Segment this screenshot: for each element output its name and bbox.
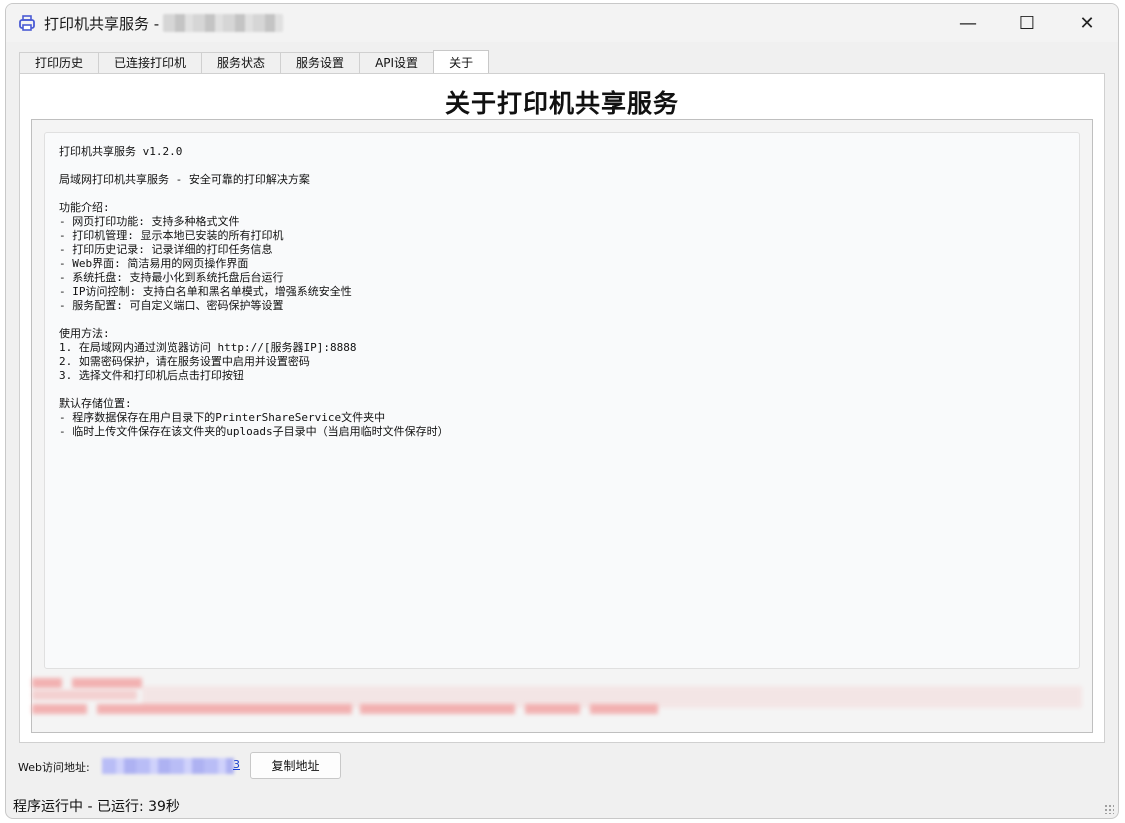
redacted-bar	[32, 690, 137, 700]
redacted-bar	[32, 678, 62, 688]
status-bar: 程序运行中 - 已运行: 39秒	[6, 792, 1118, 818]
title-bar[interactable]: 打印机共享服务 - — ☐ ✕	[6, 4, 1118, 42]
resize-grip-icon[interactable]	[1104, 804, 1114, 814]
web-address-row: Web访问地址: 3 复制地址	[18, 752, 618, 780]
about-line: - 临时上传文件保存在该文件夹的uploads子目录中（当启用临时文件保存时）	[59, 425, 449, 438]
about-text-area[interactable]: 打印机共享服务 v1.2.0 局域网打印机共享服务 - 安全可靠的打印解决方案 …	[44, 132, 1080, 669]
tab-print-history[interactable]: 打印历史	[19, 52, 100, 74]
tab-api-settings[interactable]: API设置	[359, 52, 435, 74]
copy-address-button[interactable]: 复制地址	[250, 752, 341, 779]
web-address-tail: 3	[233, 758, 240, 771]
about-line: 局域网打印机共享服务 - 安全可靠的打印解决方案	[59, 173, 310, 186]
about-panel: 关于打印机共享服务 打印机共享服务 v1.2.0 局域网打印机共享服务 - 安全…	[19, 73, 1105, 743]
about-line	[59, 187, 1065, 201]
about-line: - 服务配置: 可自定义端口、密码保护等设置	[59, 299, 284, 312]
web-address-link[interactable]: 3	[102, 756, 240, 776]
minimize-button[interactable]: —	[939, 4, 997, 42]
about-line: - IP访问控制: 支持白名单和黑名单模式，增强系统安全性	[59, 285, 352, 298]
about-line	[59, 313, 1065, 327]
about-line: 使用方法:	[59, 327, 110, 340]
about-line: 默认存储位置:	[59, 397, 132, 410]
tab-bar: 打印历史 已连接打印机 服务状态 服务设置 API设置 关于	[19, 50, 490, 74]
about-line: 功能介绍:	[59, 201, 110, 214]
redacted-title-suffix	[163, 14, 283, 32]
about-line: 打印机共享服务 v1.2.0	[59, 145, 183, 158]
about-line: 2. 如需密码保护，请在服务设置中启用并设置密码	[59, 355, 310, 368]
about-line	[59, 159, 1065, 173]
redacted-bar	[142, 686, 1082, 708]
redacted-address	[102, 758, 234, 774]
tab-service-settings[interactable]: 服务设置	[280, 52, 361, 74]
maximize-button[interactable]: ☐	[998, 4, 1056, 42]
about-line	[59, 383, 1065, 397]
printer-icon	[19, 15, 35, 31]
about-line: 1. 在局域网内通过浏览器访问 http://[服务器IP]:8888	[59, 341, 357, 354]
about-frame: 打印机共享服务 v1.2.0 局域网打印机共享服务 - 安全可靠的打印解决方案 …	[31, 119, 1093, 733]
web-address-label: Web访问地址:	[18, 761, 90, 774]
window-title: 打印机共享服务 -	[44, 15, 160, 33]
about-line: 3. 选择文件和打印机后点击打印按钮	[59, 369, 244, 382]
redacted-bar	[32, 704, 87, 714]
about-line: - 系统托盘: 支持最小化到系统托盘后台运行	[59, 271, 284, 284]
about-line: - Web界面: 简洁易用的网页操作界面	[59, 257, 249, 270]
status-text: 程序运行中 - 已运行: 39秒	[13, 799, 180, 815]
tab-about[interactable]: 关于	[433, 50, 490, 74]
about-line: - 打印历史记录: 记录详细的打印任务信息	[59, 243, 273, 256]
about-line: - 网页打印功能: 支持多种格式文件	[59, 215, 240, 228]
page-title: 关于打印机共享服务	[444, 89, 679, 118]
redacted-bar	[72, 678, 142, 688]
tab-service-status[interactable]: 服务状态	[201, 52, 282, 74]
redacted-notice	[32, 673, 1082, 719]
app-window: 打印机共享服务 - — ☐ ✕ 打印历史 已连接打印机 服务状态 服务设置 AP…	[5, 3, 1119, 819]
close-button[interactable]: ✕	[1058, 4, 1116, 42]
about-line: - 打印机管理: 显示本地已安装的所有打印机	[59, 229, 284, 242]
about-line: - 程序数据保存在用户目录下的PrinterShareService文件夹中	[59, 411, 386, 424]
tab-connected-printers[interactable]: 已连接打印机	[98, 52, 203, 74]
